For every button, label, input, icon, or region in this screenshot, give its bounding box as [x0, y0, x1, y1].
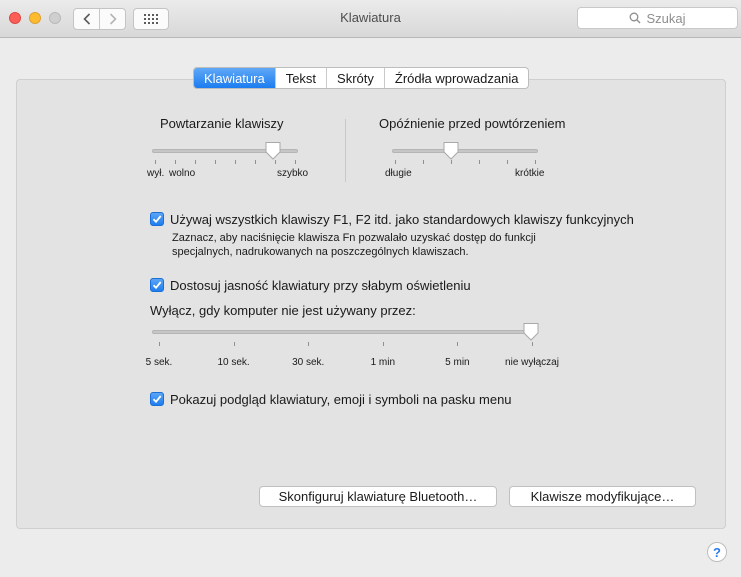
repeat-delay-tick — [395, 160, 396, 164]
key-repeat-tick — [295, 160, 296, 164]
backlight-timeout-tick — [382, 342, 384, 346]
backlight-label[interactable]: Dostosuj jasność klawiatury przy słabym … — [170, 278, 471, 293]
title-bar: Klawiatura Szukaj — [0, 0, 741, 38]
tick-label-1min: 1 min — [370, 357, 396, 368]
key-repeat-tick — [155, 160, 156, 164]
key-repeat-min-label: wył. — [147, 168, 165, 179]
modifier-keys-button[interactable]: Klawisze modyfikujące… — [509, 486, 696, 507]
checkmark-icon — [152, 215, 162, 224]
key-repeat-label: Powtarzanie klawiszy — [160, 116, 284, 131]
backlight-timeout-tick — [457, 342, 459, 346]
tab-keyboard[interactable]: Klawiatura — [194, 68, 275, 88]
repeat-delay-tick — [507, 160, 508, 164]
repeat-delay-tick — [479, 160, 480, 164]
key-repeat-tick — [195, 160, 196, 164]
tick-label-5s: 5 sek. — [145, 357, 173, 368]
fn-keys-checkbox[interactable] — [150, 212, 164, 226]
section-divider — [345, 119, 346, 182]
key-repeat-tick — [235, 160, 236, 164]
repeat-delay-max-label: krótkie — [515, 168, 545, 179]
tab-shortcuts[interactable]: Skróty — [326, 68, 384, 88]
backlight-timeout-tick — [159, 342, 160, 346]
repeat-delay-tick — [423, 160, 424, 164]
checkmark-icon — [152, 395, 162, 404]
tick-label-5min: 5 min — [445, 357, 470, 368]
backlight-timeout-tick — [233, 342, 235, 346]
tab-input-sources[interactable]: Źródła wprowadzania — [383, 68, 529, 88]
backlight-checkbox[interactable] — [150, 278, 164, 292]
menu-bar-viewer-label[interactable]: Pokazuj podgląd klawiatury, emoji i symb… — [170, 392, 512, 407]
repeat-delay-label: Opóźnienie przed powtórzeniem — [379, 116, 566, 131]
setup-bluetooth-keyboard-button[interactable]: Skonfiguruj klawiaturę Bluetooth… — [259, 486, 497, 507]
repeat-delay-tick — [535, 160, 536, 164]
backlight-timeout-tick — [532, 342, 533, 346]
fn-keys-label[interactable]: Używaj wszystkich klawiszy F1, F2 itd. j… — [170, 212, 634, 227]
search-placeholder: Szukaj — [646, 10, 686, 26]
search-input[interactable]: Szukaj — [577, 7, 738, 29]
key-repeat-fast-label: szybko — [277, 168, 309, 179]
tick-label-30s: 30 sek. — [292, 357, 325, 368]
repeat-delay-track[interactable] — [392, 149, 538, 153]
backlight-timeout-tick — [308, 342, 310, 346]
fn-keys-description-line1: Zaznacz, aby naciśnięcie klawisza Fn poz… — [172, 232, 536, 244]
checkmark-icon — [152, 281, 162, 290]
key-repeat-slider-knob[interactable] — [264, 141, 282, 161]
repeat-delay-min-label: długie — [385, 168, 412, 179]
key-repeat-tick — [175, 160, 176, 164]
menu-bar-viewer-checkbox[interactable] — [150, 392, 164, 406]
fn-keys-description-line2: specjalnych, nadrukowanych na poszczegól… — [172, 246, 469, 258]
repeat-delay-slider-knob[interactable] — [442, 141, 460, 161]
backlight-timeout-track[interactable] — [152, 330, 534, 334]
tick-label-never: nie wyłączaj — [505, 357, 559, 368]
tab-text[interactable]: Tekst — [274, 68, 326, 88]
tick-label-10s: 10 sek. — [217, 357, 250, 368]
key-repeat-tick — [255, 160, 256, 164]
key-repeat-tick — [215, 160, 216, 164]
search-icon — [630, 12, 641, 24]
tab-bar: Klawiatura Tekst Skróty Źródła wprowadza… — [193, 67, 530, 89]
backlight-timeout-label: Wyłącz, gdy komputer nie jest używany pr… — [150, 303, 416, 318]
help-button[interactable]: ? — [707, 542, 727, 562]
backlight-timeout-slider-knob[interactable] — [522, 322, 540, 342]
key-repeat-slow-label: wolno — [169, 168, 196, 179]
